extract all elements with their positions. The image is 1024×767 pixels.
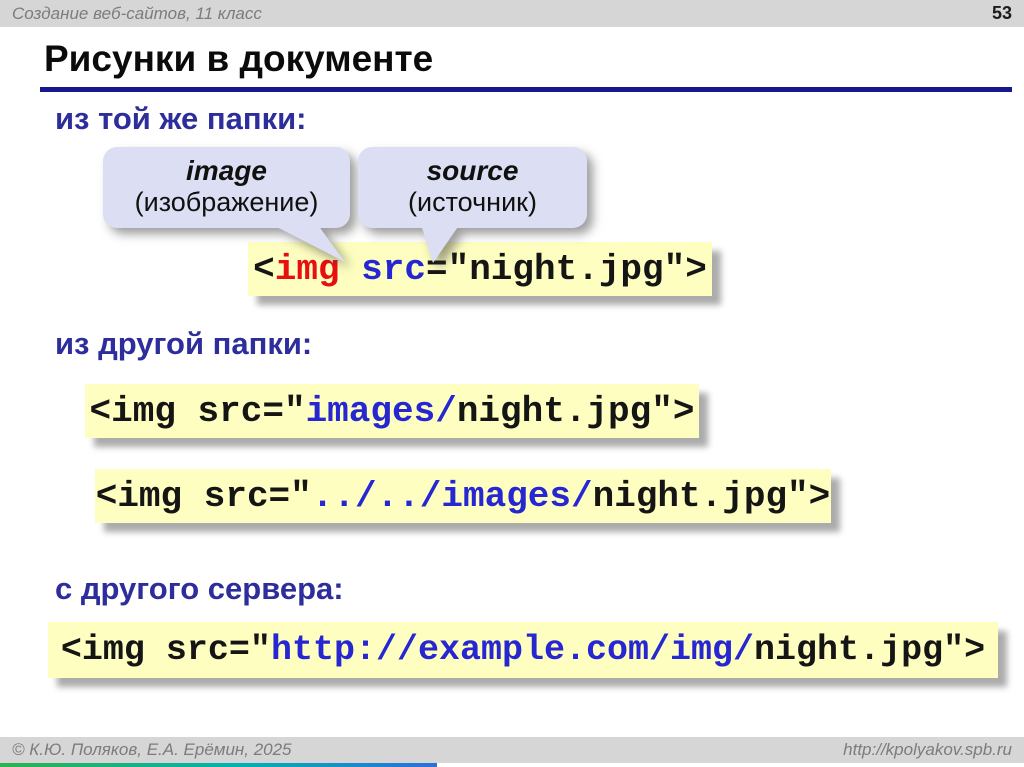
slide-title: Рисунки в документе bbox=[44, 38, 433, 80]
section-heading-same-folder: из той же папки: bbox=[55, 101, 306, 137]
callout-tail-icon bbox=[408, 221, 488, 269]
callout-term: image bbox=[103, 154, 350, 187]
code-snippet-parent-folder: <img src="../../images/night.jpg"> bbox=[95, 469, 831, 523]
slide: Создание веб-сайтов, 11 класс 53 Рисунки… bbox=[0, 0, 1024, 767]
footer-bar: © К.Ю. Поляков, Е.А. Ерёмин, 2025 http:/… bbox=[0, 737, 1024, 763]
callout-image-bubble: image (изображение) bbox=[103, 147, 350, 228]
page-number: 53 bbox=[992, 3, 1012, 24]
code-segment-url: http://example.com/img/ bbox=[271, 630, 754, 670]
callout-tail-icon bbox=[253, 221, 363, 269]
code-segment: night.jpg"> bbox=[457, 391, 695, 432]
code-segment: <img src=" bbox=[90, 391, 306, 432]
section-heading-other-folder: из другой папки: bbox=[55, 326, 312, 362]
title-underline bbox=[40, 87, 1012, 92]
code-segment: night.jpg"> bbox=[593, 476, 831, 517]
callout-image: image (изображение) bbox=[103, 147, 350, 228]
course-label: Создание веб-сайтов, 11 класс bbox=[12, 4, 262, 24]
bottom-gradient-strip bbox=[0, 763, 437, 767]
code-segment-path: ../../images/ bbox=[312, 476, 593, 517]
code-segment: <img src=" bbox=[96, 476, 312, 517]
callout-source-bubble: source (источник) bbox=[358, 147, 587, 228]
callout-translation: (изображение) bbox=[103, 187, 350, 218]
code-segment-path: images/ bbox=[306, 391, 457, 432]
copyright-text: © К.Ю. Поляков, Е.А. Ерёмин, 2025 bbox=[12, 740, 292, 760]
code-snippet-subfolder: <img src="images/night.jpg"> bbox=[85, 384, 699, 438]
code-segment: <img src=" bbox=[61, 630, 271, 670]
header-bar: Создание веб-сайтов, 11 класс 53 bbox=[0, 0, 1024, 27]
callout-source: source (источник) bbox=[358, 147, 587, 228]
section-heading-other-server: с другого сервера: bbox=[55, 571, 344, 607]
code-snippet-remote-server: <img src="http://example.com/img/night.j… bbox=[48, 622, 998, 678]
callout-translation: (источник) bbox=[358, 187, 587, 218]
callout-term: source bbox=[358, 154, 587, 187]
code-segment: night.jpg"> bbox=[754, 630, 985, 670]
website-link[interactable]: http://kpolyakov.spb.ru bbox=[843, 740, 1012, 760]
